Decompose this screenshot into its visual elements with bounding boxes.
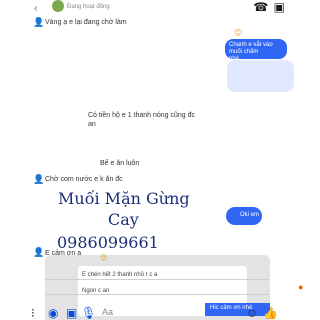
status-dot-icon: ●: [298, 282, 304, 292]
message-6: Chờ com nước e k ăn đc: [45, 176, 123, 183]
handwritten-line-2: Cay: [108, 210, 139, 229]
message-4: Có tiền hộ e 1 thanh nóng cũng đc an: [88, 112, 196, 128]
active-status: Đang hoạt động: [67, 4, 110, 10]
text-icon[interactable]: Aa: [102, 307, 113, 317]
header-icons[interactable]: ☎ ▣: [253, 0, 286, 14]
video-icon[interactable]: ▣: [274, 0, 286, 14]
message-1: Vàng ạ e lại đang chờ làm: [45, 19, 127, 26]
message-3: [227, 60, 294, 92]
message-2-line-1: Chanh e vắt vào muối chấm: [229, 42, 273, 56]
reaction-icon: 😊: [234, 28, 243, 37]
reaction-icon: 😊: [100, 255, 108, 262]
photo-icon[interactable]: ▣: [66, 306, 77, 320]
oki-label: Oki em: [240, 212, 260, 218]
divider: [45, 294, 270, 295]
chat-screenshot: ‹ Đang hoạt động ☎ ▣ 👤 Vàng ạ e lại đang…: [0, 0, 320, 320]
back-icon[interactable]: ‹: [34, 3, 37, 14]
emoji-icon[interactable]: ☺: [246, 306, 258, 320]
sender-icon: 👤: [33, 247, 45, 257]
message-5: Bế e ăn luôn: [100, 160, 140, 167]
mic-icon[interactable]: 🎙: [81, 306, 96, 320]
quoted-line-1: E chén hết 2 thanh nhỏ r c a: [82, 272, 158, 278]
more-icon[interactable]: ⁝: [31, 306, 35, 320]
camera-icon[interactable]: ◉: [48, 306, 58, 320]
bottom-toolbar: ⁝ ◉ ▣ 🎙 Aa ☺ 👍: [0, 306, 320, 320]
sender-icon: 👤: [33, 174, 45, 184]
like-icon[interactable]: 👍: [263, 306, 278, 320]
phone-icon[interactable]: ☎: [253, 0, 269, 14]
sender-icon: 👤: [33, 17, 45, 27]
handwritten-line-1: Muối Mặn Gừng: [58, 189, 190, 208]
avatar[interactable]: [52, 0, 64, 12]
message-2: Chanh e vắt vào muối chấm nhé: [225, 39, 287, 62]
divider: [45, 279, 270, 280]
